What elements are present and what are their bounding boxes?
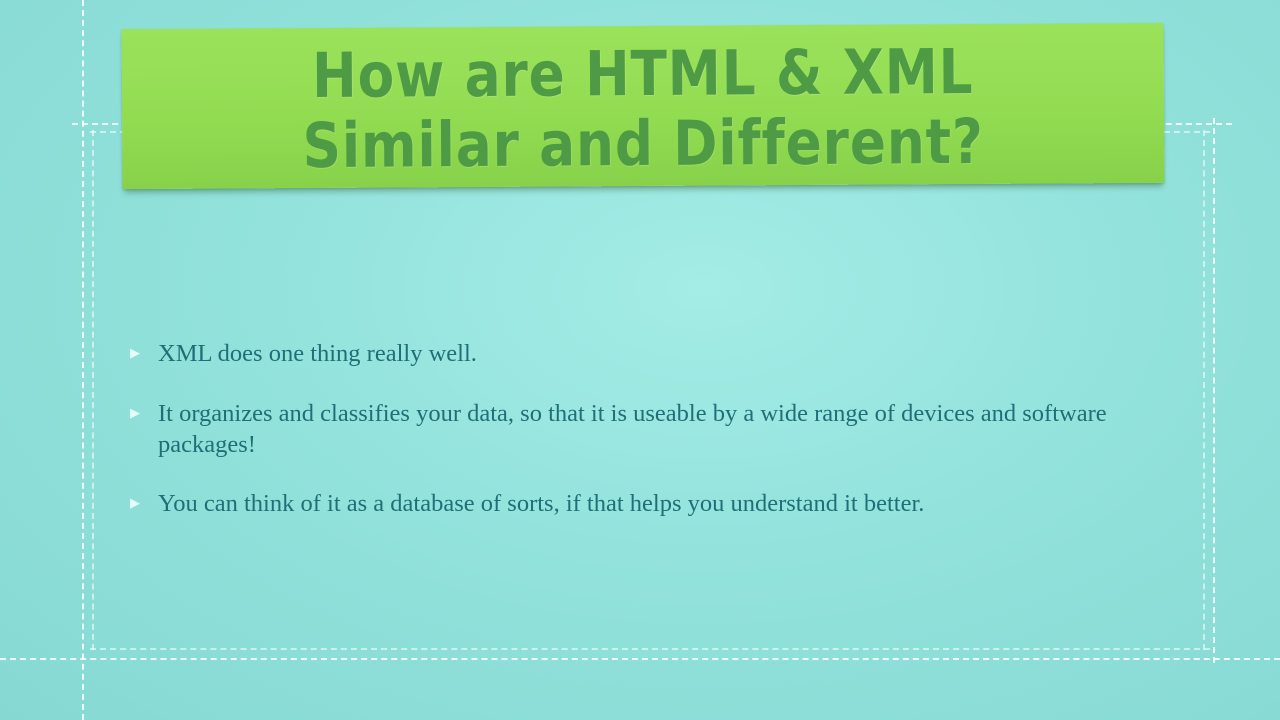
stitch-right-line — [1213, 118, 1215, 663]
bullet-text: It organizes and classifies your data, s… — [158, 400, 1107, 458]
title-note: How are HTML & XML Similar and Different… — [121, 22, 1165, 190]
stitch-bottom-inner-line — [90, 648, 1210, 650]
stitch-left-inner-line — [92, 130, 94, 650]
stitch-right-inner-line — [1203, 130, 1205, 650]
slide: How are HTML & XML Similar and Different… — [0, 0, 1280, 720]
triangle-bullet-icon: ▶ — [130, 496, 140, 511]
slide-title: How are HTML & XML Similar and Different… — [302, 34, 985, 183]
bullet-list: ▶ XML does one thing really well. ▶ It o… — [130, 338, 1140, 548]
triangle-bullet-icon: ▶ — [130, 346, 140, 361]
triangle-bullet-icon: ▶ — [130, 406, 140, 421]
stitch-left-line — [82, 0, 84, 720]
bullet-text: XML does one thing really well. — [158, 340, 477, 367]
list-item: ▶ XML does one thing really well. — [130, 338, 1140, 370]
stitch-bottom-line — [0, 658, 1280, 660]
list-item: ▶ You can think of it as a database of s… — [130, 488, 1140, 520]
bullet-text: You can think of it as a database of sor… — [158, 490, 925, 517]
list-item: ▶ It organizes and classifies your data,… — [130, 398, 1140, 460]
